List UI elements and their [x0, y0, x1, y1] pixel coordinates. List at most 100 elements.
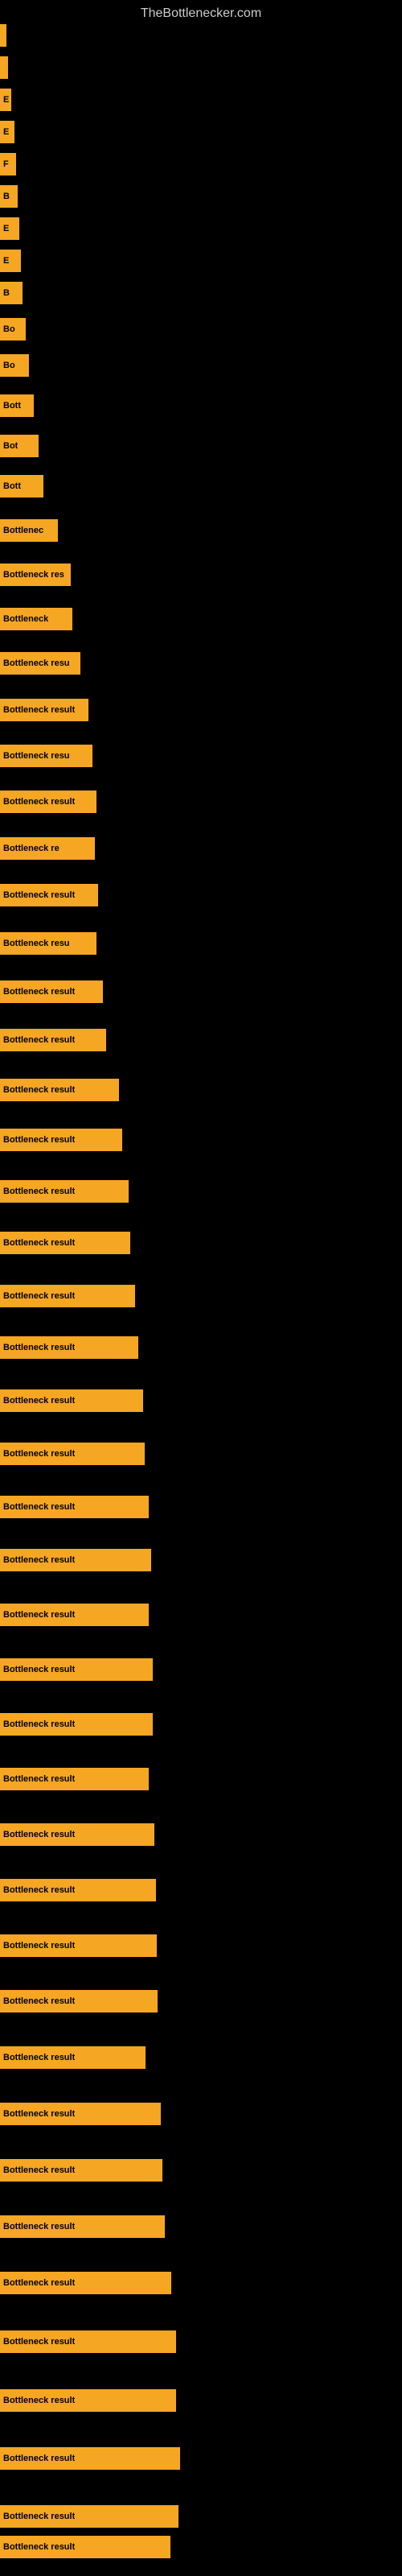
bar-row-30: Bottleneck result	[0, 1285, 135, 1307]
bar-9: Bo	[0, 318, 26, 341]
bar-row-41: Bottleneck result	[0, 1879, 156, 1901]
bar-label-39: Bottleneck result	[3, 1774, 75, 1784]
bar-label-20: Bottleneck result	[3, 797, 75, 807]
bar-21: Bottleneck re	[0, 837, 95, 860]
bar-label-28: Bottleneck result	[3, 1187, 75, 1196]
bar-row-51: Bottleneck result	[0, 2447, 180, 2470]
bar-row-11: Bott	[0, 394, 34, 417]
bar-label-13: Bott	[3, 481, 21, 491]
bar-label-5: B	[3, 192, 10, 201]
bar-label-37: Bottleneck result	[3, 1665, 75, 1674]
bar-row-12: Bot	[0, 435, 39, 457]
bar-row-36: Bottleneck result	[0, 1604, 149, 1626]
bar-row-17: Bottleneck resu	[0, 652, 80, 675]
bar-23: Bottleneck resu	[0, 932, 96, 955]
bar-label-26: Bottleneck result	[3, 1085, 75, 1095]
bar-label-36: Bottleneck result	[3, 1610, 75, 1620]
bar-label-35: Bottleneck result	[3, 1555, 75, 1565]
bar-row-3: E	[0, 121, 14, 143]
bar-label-2: E	[3, 95, 9, 105]
bar-52: Bottleneck result	[0, 2505, 178, 2528]
bar-label-42: Bottleneck result	[3, 1941, 75, 1951]
bar-label-31: Bottleneck result	[3, 1343, 75, 1352]
bar-label-8: B	[3, 288, 10, 298]
bar-11: Bott	[0, 394, 34, 417]
bar-row-48: Bottleneck result	[0, 2272, 171, 2294]
bar-8: B	[0, 282, 23, 304]
bar-row-50: Bottleneck result	[0, 2389, 176, 2412]
bar-50: Bottleneck result	[0, 2389, 176, 2412]
bar-row-16: Bottleneck	[0, 608, 72, 630]
bar-row-19: Bottleneck resu	[0, 745, 92, 767]
bar-51: Bottleneck result	[0, 2447, 180, 2470]
bar-row-21: Bottleneck re	[0, 837, 95, 860]
bar-row-13: Bott	[0, 475, 43, 497]
bar-53: Bottleneck result	[0, 2536, 170, 2558]
bar-30: Bottleneck result	[0, 1285, 135, 1307]
bar-5: B	[0, 185, 18, 208]
bar-22: Bottleneck result	[0, 884, 98, 906]
bar-28: Bottleneck result	[0, 1180, 129, 1203]
bar-label-18: Bottleneck result	[3, 705, 75, 715]
bar-row-34: Bottleneck result	[0, 1496, 149, 1518]
bar-49: Bottleneck result	[0, 2330, 176, 2353]
bar-row-7: E	[0, 250, 21, 272]
bar-33: Bottleneck result	[0, 1443, 145, 1465]
bar-44: Bottleneck result	[0, 2046, 146, 2069]
bar-label-34: Bottleneck result	[3, 1502, 75, 1512]
bar-label-9: Bo	[3, 324, 15, 334]
bar-7: E	[0, 250, 21, 272]
bar-row-5: B	[0, 185, 18, 208]
bar-row-35: Bottleneck result	[0, 1549, 151, 1571]
bar-row-53: Bottleneck result	[0, 2536, 170, 2558]
bar-row-1	[0, 56, 8, 79]
bar-row-40: Bottleneck result	[0, 1823, 154, 1846]
bar-32: Bottleneck result	[0, 1389, 143, 1412]
bar-17: Bottleneck resu	[0, 652, 80, 675]
bar-27: Bottleneck result	[0, 1129, 122, 1151]
bar-42: Bottleneck result	[0, 1934, 157, 1957]
bar-row-46: Bottleneck result	[0, 2159, 162, 2182]
bar-row-52: Bottleneck result	[0, 2505, 178, 2528]
bar-label-50: Bottleneck result	[3, 2396, 75, 2405]
bar-label-44: Bottleneck result	[3, 2053, 75, 2062]
bar-label-10: Bo	[3, 361, 15, 370]
bar-label-19: Bottleneck resu	[3, 751, 70, 761]
bar-label-51: Bottleneck result	[3, 2454, 75, 2463]
bar-38: Bottleneck result	[0, 1713, 153, 1736]
bar-39: Bottleneck result	[0, 1768, 149, 1790]
bar-row-8: B	[0, 282, 23, 304]
bar-label-53: Bottleneck result	[3, 2542, 75, 2552]
bar-48: Bottleneck result	[0, 2272, 171, 2294]
bar-31: Bottleneck result	[0, 1336, 138, 1359]
bar-row-38: Bottleneck result	[0, 1713, 153, 1736]
bar-row-6: E	[0, 217, 19, 240]
bar-24: Bottleneck result	[0, 980, 103, 1003]
bar-row-9: Bo	[0, 318, 26, 341]
bar-row-32: Bottleneck result	[0, 1389, 143, 1412]
bar-41: Bottleneck result	[0, 1879, 156, 1901]
bar-label-22: Bottleneck result	[3, 890, 75, 900]
bar-label-14: Bottlenec	[3, 526, 43, 535]
bar-2: E	[0, 89, 11, 111]
bar-row-4: F	[0, 153, 16, 175]
bar-label-15: Bottleneck res	[3, 570, 64, 580]
bar-0	[0, 24, 6, 47]
bar-label-6: E	[3, 224, 9, 233]
bar-label-4: F	[3, 159, 9, 169]
bar-label-29: Bottleneck result	[3, 1238, 75, 1248]
bar-label-7: E	[3, 256, 9, 266]
bar-20: Bottleneck result	[0, 791, 96, 813]
bar-35: Bottleneck result	[0, 1549, 151, 1571]
bar-label-25: Bottleneck result	[3, 1035, 75, 1045]
bar-43: Bottleneck result	[0, 1990, 158, 2013]
bar-label-12: Bot	[3, 441, 18, 451]
bar-row-24: Bottleneck result	[0, 980, 103, 1003]
bar-13: Bott	[0, 475, 43, 497]
bar-row-23: Bottleneck resu	[0, 932, 96, 955]
bar-label-27: Bottleneck result	[3, 1135, 75, 1145]
bar-label-32: Bottleneck result	[3, 1396, 75, 1406]
bar-4: F	[0, 153, 16, 175]
bar-label-48: Bottleneck result	[3, 2278, 75, 2288]
bar-25: Bottleneck result	[0, 1029, 106, 1051]
